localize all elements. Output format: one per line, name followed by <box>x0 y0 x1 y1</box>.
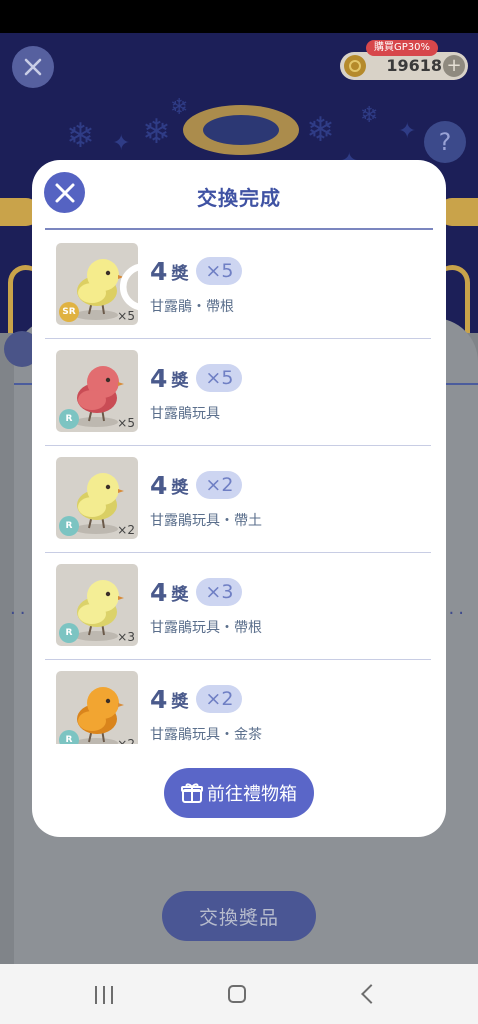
rarity-badge: R <box>59 730 79 744</box>
event-logo <box>183 105 299 155</box>
rarity-badge: R <box>59 516 79 536</box>
home-button[interactable] <box>228 985 246 1003</box>
sound-icon[interactable] <box>115 246 138 311</box>
status-bar <box>0 0 478 33</box>
item-name: 甘露鵑玩具・帶土 <box>150 513 262 529</box>
tier-number: 4 <box>150 256 168 286</box>
quantity-pill: ×3 <box>196 578 243 606</box>
thumbnail-quantity: ×3 <box>117 630 135 644</box>
item-name: 甘露鵑玩具 <box>150 406 220 422</box>
item-thumbnail: R ×5 <box>56 350 138 432</box>
quantity-pill: ×5 <box>196 257 243 285</box>
reward-row: R ×5 4 獎 ×5 甘露鵑玩具 <box>45 339 431 446</box>
snowflake-icon: ❄ <box>306 110 335 150</box>
title-divider <box>45 228 433 230</box>
gift-box-icon <box>181 783 203 803</box>
thumbnail-quantity: ×2 <box>117 523 135 537</box>
recent-apps-button[interactable] <box>95 986 115 1004</box>
tier-unit: 獎 <box>171 691 189 712</box>
coin-balance: 19618 + <box>340 52 468 80</box>
quantity-pill: ×2 <box>196 471 243 499</box>
reward-row: SR ×5 4 獎 ×5 甘露鵑・帶根 <box>45 232 431 339</box>
page-dots-left: ·· <box>10 603 30 624</box>
item-thumbnail: R ×2 <box>56 671 138 744</box>
prize-tier: 4 獎 ×2 <box>150 684 243 714</box>
reward-list[interactable]: SR ×5 4 獎 ×5 甘露鵑・帶根 R ×5 4 獎 ×5 甘露鵑玩具 R … <box>45 232 431 744</box>
back-button[interactable] <box>361 984 381 1004</box>
item-name: 甘露鵑玩具・金茶 <box>150 727 262 743</box>
gift-button-label: 前往禮物箱 <box>207 784 297 805</box>
rarity-badge: R <box>59 409 79 429</box>
prize-tier: 4 獎 ×5 <box>150 363 243 393</box>
tier-unit: 獎 <box>171 263 189 284</box>
snowflake-icon: ❄ <box>142 112 171 152</box>
snowflake-icon: ❄ <box>360 103 379 128</box>
go-to-gift-box-button[interactable]: 前往禮物箱 <box>164 768 314 818</box>
reward-row: R ×3 4 獎 ×3 甘露鵑玩具・帶根 <box>45 553 431 660</box>
thumbnail-quantity: ×5 <box>117 416 135 430</box>
coin-amount: 19618 <box>386 56 442 75</box>
tier-unit: 獎 <box>171 477 189 498</box>
tier-number: 4 <box>150 470 168 500</box>
reward-row: R ×2 4 獎 ×2 甘露鵑玩具・帶土 <box>45 446 431 553</box>
thumbnail-quantity: ×2 <box>117 737 135 744</box>
tier-unit: 獎 <box>171 370 189 391</box>
rarity-badge: SR <box>59 302 79 322</box>
tier-unit: 獎 <box>171 584 189 605</box>
rarity-badge: R <box>59 623 79 643</box>
prize-tier: 4 獎 ×3 <box>150 577 243 607</box>
add-coins-button[interactable]: + <box>443 55 465 77</box>
quantity-pill: ×2 <box>196 685 243 713</box>
exchange-complete-dialog: 交換完成 SR ×5 4 獎 ×5 甘露鵑・帶根 R ×5 4 獎 ×5 甘露鵑… <box>32 160 446 837</box>
item-name: 甘露鵑玩具・帶根 <box>150 620 262 636</box>
tier-number: 4 <box>150 684 168 714</box>
snowflake-icon: ❄ <box>170 95 189 120</box>
snowflake-icon: ✦ <box>398 119 417 144</box>
item-name: 甘露鵑・帶根 <box>150 299 234 315</box>
item-thumbnail: SR ×5 <box>56 243 138 325</box>
tier-number: 4 <box>150 363 168 393</box>
close-button[interactable] <box>12 46 54 88</box>
prize-tier: 4 獎 ×5 <box>150 256 243 286</box>
quantity-pill: ×5 <box>196 364 243 392</box>
dialog-title: 交換完成 <box>197 186 281 210</box>
page-dots-right: ·· <box>448 603 468 624</box>
close-icon <box>24 58 42 76</box>
item-thumbnail: R ×2 <box>56 457 138 539</box>
promo-badge[interactable]: 購買GP30% <box>366 40 439 56</box>
help-button[interactable]: ? <box>424 121 466 163</box>
system-nav-bar <box>0 964 478 1024</box>
item-thumbnail: R ×3 <box>56 564 138 646</box>
snowflake-icon: ❄ <box>66 116 95 156</box>
prize-tier: 4 獎 ×2 <box>150 470 243 500</box>
coin-icon <box>344 55 366 77</box>
snowflake-icon: ✦ <box>112 131 131 156</box>
redeem-prize-button: 交換獎品 <box>162 891 316 941</box>
tier-number: 4 <box>150 577 168 607</box>
reward-row: R ×2 4 獎 ×2 甘露鵑玩具・金茶 <box>45 660 431 744</box>
